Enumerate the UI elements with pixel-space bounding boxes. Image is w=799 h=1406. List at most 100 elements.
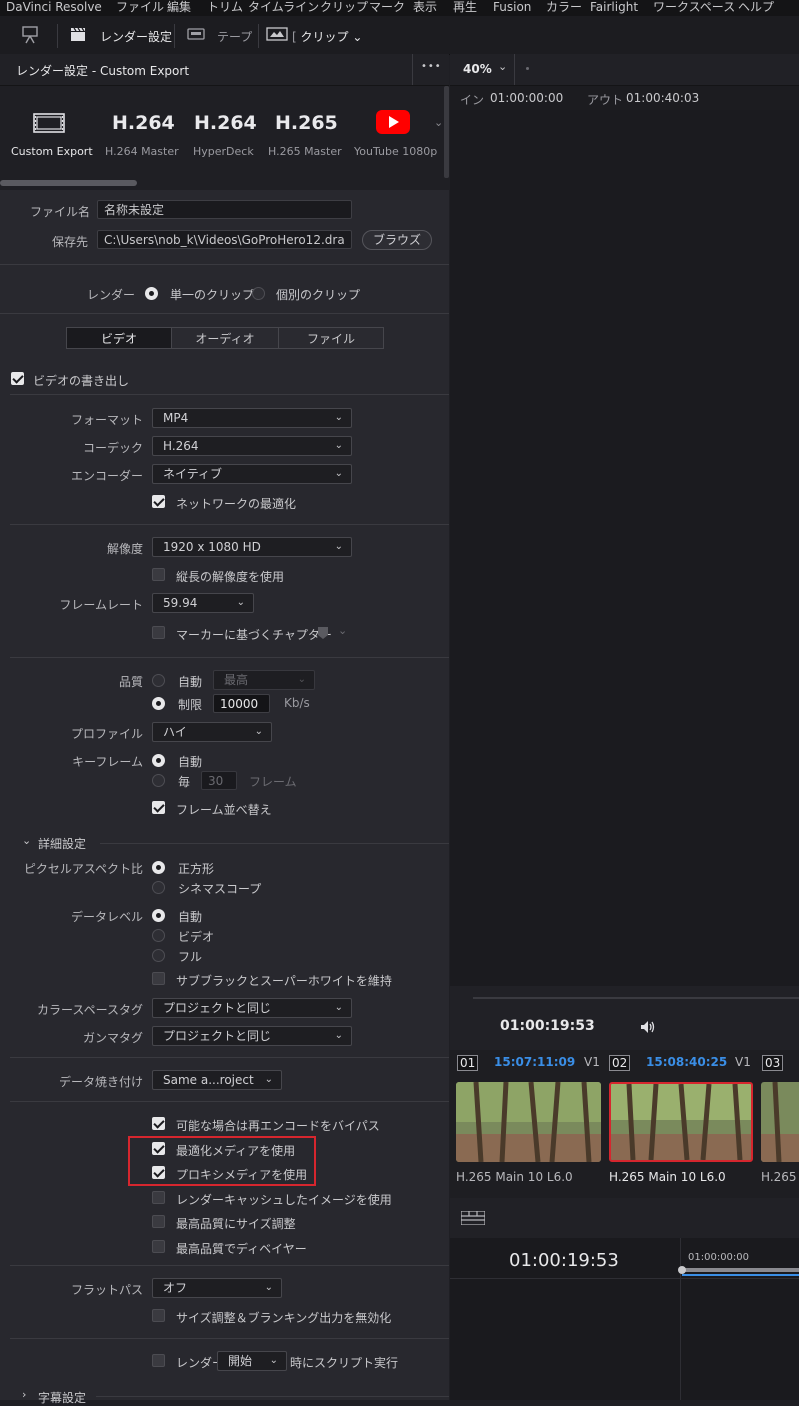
individual-clips-radio[interactable]: [252, 287, 265, 300]
deliver-icon[interactable]: [22, 26, 38, 44]
data-burn-dropdown[interactable]: Same a...roject ⌄: [152, 1070, 282, 1090]
data-level-full-radio[interactable]: [152, 949, 165, 962]
timeline-view-icon[interactable]: [460, 1210, 486, 1228]
clapper-icon[interactable]: [70, 26, 86, 42]
menu-color[interactable]: カラー: [546, 0, 582, 15]
menu-fusion[interactable]: Fusion: [493, 0, 531, 15]
chevron-down-icon[interactable]: ⌄: [22, 834, 31, 847]
export-video-checkbox[interactable]: [11, 372, 24, 385]
codec-label: コーデック: [82, 441, 143, 455]
menu-workspace[interactable]: ワークスペース: [653, 0, 735, 15]
timeline-ruler[interactable]: [682, 1268, 799, 1272]
video-viewer[interactable]: [450, 110, 799, 986]
square-pixel-radio[interactable]: [152, 861, 165, 874]
retain-sub-black-checkbox[interactable]: [152, 972, 165, 985]
profile-label: プロファイル: [70, 727, 143, 741]
speaker-icon[interactable]: [640, 1020, 656, 1037]
preset-hyperdeck[interactable]: H.264 HyperDeck: [185, 86, 257, 178]
preset-h264-master[interactable]: H.264 H.264 Master: [100, 86, 180, 178]
data-level-video-radio[interactable]: [152, 929, 165, 942]
tab-audio[interactable]: オーディオ: [171, 327, 279, 349]
clip-tab[interactable]: [ クリップ ⌄: [292, 28, 362, 45]
more-options-icon[interactable]: •••: [421, 61, 442, 72]
preset-h265-master[interactable]: H.265 H.265 Master: [262, 86, 344, 178]
chevron-down-icon[interactable]: ⌄: [338, 624, 347, 637]
framerate-dropdown[interactable]: 59.94 ⌄: [152, 593, 254, 613]
marker-chapters-checkbox[interactable]: [152, 626, 165, 639]
menu-playback[interactable]: 再生: [453, 0, 477, 15]
preset-more-chevron-icon[interactable]: ⌄: [434, 116, 443, 129]
bitrate-input[interactable]: 10000: [213, 694, 270, 713]
clip-thumbnail-3[interactable]: [761, 1082, 799, 1162]
clip-thumbnail-1[interactable]: [456, 1082, 601, 1162]
max-quality-debayer-checkbox[interactable]: [152, 1240, 165, 1253]
preset-custom-export[interactable]: Custom Export: [0, 86, 98, 178]
script-timing-dropdown[interactable]: 開始 ⌄: [217, 1351, 287, 1371]
single-clip-label: 単一のクリップ: [170, 288, 255, 302]
encoder-label: エンコーダー: [70, 469, 143, 483]
zoom-level[interactable]: 40%: [463, 62, 492, 76]
quality-auto-dropdown[interactable]: 最高 ⌄: [213, 670, 315, 690]
menu-trim[interactable]: トリム: [207, 0, 243, 15]
menu-file[interactable]: ファイル: [116, 0, 164, 15]
timeline-timecode: 01:00:19:53: [509, 1250, 619, 1271]
menu-app[interactable]: DaVinci Resolve: [6, 0, 102, 15]
menu-clip[interactable]: クリップ: [320, 0, 368, 15]
encoder-dropdown[interactable]: ネイティブ ⌄: [152, 464, 352, 484]
panel-scrollbar[interactable]: [444, 86, 449, 178]
keyframe-every-radio[interactable]: [152, 774, 165, 787]
keyframe-auto-radio[interactable]: [152, 754, 165, 767]
data-level-auto-radio[interactable]: [152, 909, 165, 922]
clip-icon[interactable]: [266, 27, 288, 41]
tape-tab[interactable]: テープ: [217, 28, 252, 45]
single-clip-radio[interactable]: [145, 287, 158, 300]
quality-auto-value: 最高: [224, 673, 249, 687]
menu-fairlight[interactable]: Fairlight: [590, 0, 638, 15]
menu-mark[interactable]: マーク: [369, 0, 405, 15]
resolution-dropdown[interactable]: 1920 x 1080 HD ⌄: [152, 537, 352, 557]
menu-view[interactable]: 表示: [413, 0, 437, 15]
quality-limit-radio[interactable]: [152, 697, 165, 710]
tape-icon[interactable]: [187, 28, 205, 40]
codec-dropdown[interactable]: H.264 ⌄: [152, 436, 352, 456]
bypass-reencode-checkbox[interactable]: [152, 1117, 165, 1130]
filename-field[interactable]: 名称未設定: [97, 200, 352, 219]
scrub-bar[interactable]: [473, 997, 799, 999]
keyframe-every-input[interactable]: 30: [201, 771, 237, 790]
render-settings-tab[interactable]: レンダー設定: [100, 28, 172, 45]
playhead[interactable]: [678, 1266, 686, 1274]
vertical-resolution-checkbox[interactable]: [152, 568, 165, 581]
individual-clips-label: 個別のクリップ: [276, 288, 361, 302]
browse-button[interactable]: ブラウズ: [362, 230, 432, 250]
menu-timeline[interactable]: タイムライン: [248, 0, 319, 15]
chevron-down-icon: ⌄: [334, 541, 343, 552]
format-dropdown[interactable]: MP4 ⌄: [152, 408, 352, 428]
network-optimization-checkbox[interactable]: [152, 495, 165, 508]
cinemascope-radio[interactable]: [152, 881, 165, 894]
color-space-dropdown[interactable]: プロジェクトと同じ ⌄: [152, 998, 352, 1018]
menu-edit[interactable]: 編集: [167, 0, 191, 15]
out-timecode[interactable]: 01:00:40:03: [626, 91, 699, 105]
max-quality-resize-checkbox[interactable]: [152, 1215, 165, 1228]
render-cache-checkbox[interactable]: [152, 1191, 165, 1204]
flat-pass-dropdown[interactable]: オフ ⌄: [152, 1278, 282, 1298]
subtitle-settings-header[interactable]: 字幕設定: [38, 1389, 86, 1406]
chevron-right-icon[interactable]: ›: [22, 1388, 26, 1401]
tab-file[interactable]: ファイル: [278, 327, 384, 349]
script-render-checkbox[interactable]: [152, 1354, 165, 1367]
location-field[interactable]: C:\Users\nob_k\Videos\GoProHero12.dra: [97, 230, 352, 249]
quality-auto-radio[interactable]: [152, 674, 165, 687]
preset-youtube[interactable]: YouTube 1080p: [348, 86, 440, 178]
marker-icon[interactable]: [318, 627, 328, 639]
clip-thumbnail-2[interactable]: [609, 1082, 753, 1162]
chevron-down-icon[interactable]: ⌄: [498, 60, 507, 73]
advanced-settings-header[interactable]: 詳細設定: [38, 835, 86, 852]
disable-sizing-checkbox[interactable]: [152, 1309, 165, 1322]
menu-help[interactable]: ヘルプ: [738, 0, 774, 15]
preset-scrollbar[interactable]: [0, 180, 137, 186]
frame-reorder-checkbox[interactable]: [152, 801, 165, 814]
in-timecode[interactable]: 01:00:00:00: [490, 91, 563, 105]
tab-video[interactable]: ビデオ: [66, 327, 172, 349]
gamma-dropdown[interactable]: プロジェクトと同じ ⌄: [152, 1026, 352, 1046]
profile-dropdown[interactable]: ハイ ⌄: [152, 722, 272, 742]
